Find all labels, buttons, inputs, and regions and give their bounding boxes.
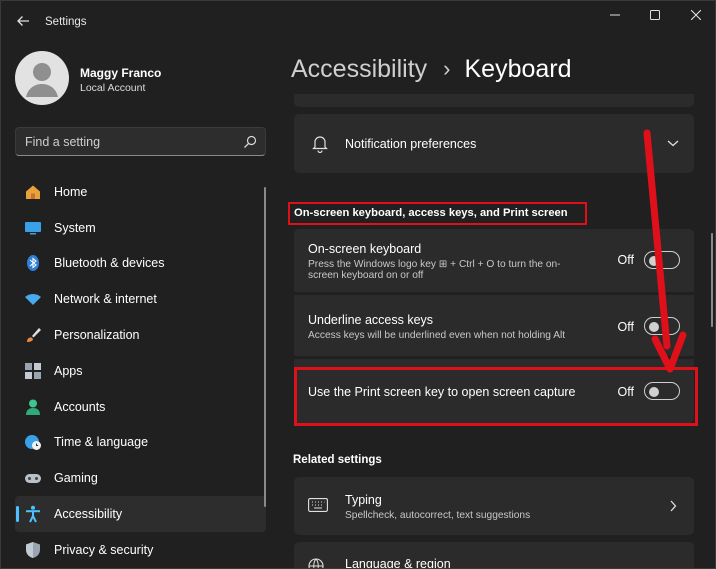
search-icon[interactable] [243,135,257,149]
sidebar-item-network[interactable]: Network & internet [15,281,266,317]
chevron-right-icon [670,500,677,512]
back-arrow-icon [17,16,29,26]
sidebar-item-home[interactable]: Home [15,174,266,210]
sidebar-item-label: Privacy & security [54,542,154,557]
maximize-button[interactable] [637,4,673,26]
sidebar-item-bluetooth[interactable]: Bluetooth & devices [15,246,266,282]
underline-access-keys-toggle[interactable] [644,317,680,335]
row-title: Underline access keys [308,313,434,327]
brush-icon [24,326,42,344]
breadcrumb: Accessibility › Keyboard [291,51,572,87]
search-input[interactable] [16,128,236,155]
sidebar-item-label: Gaming [54,471,98,486]
accounts-icon [24,398,42,416]
keyboard-icon [308,498,328,512]
sidebar-nav: Home System Bluetooth & devices Network … [15,174,266,568]
close-button[interactable] [678,4,714,26]
avatar [15,51,69,105]
sidebar-item-apps[interactable]: Apps [15,353,266,389]
sidebar-item-label: Time & language [54,435,149,450]
section-heading-related: Related settings [293,454,382,466]
language-region-title: Language & region [345,557,451,569]
annotation-highlight-box [294,367,698,426]
page-title: Keyboard [464,54,572,83]
account-type: Local Account [80,82,146,94]
title-bar: Settings [1,1,715,41]
sidebar-item-label: Accounts [54,399,106,414]
bell-icon [312,136,328,153]
sidebar-item-personalization[interactable]: Personalization [15,317,266,353]
toggle-knob [649,321,659,332]
content-scrollbar[interactable] [711,233,713,327]
minimize-icon [610,14,620,16]
globe-icon [308,558,324,568]
typing-title: Typing [345,493,382,507]
system-icon [24,219,42,237]
row-description: Access keys will be underlined even when… [308,330,566,341]
apps-icon [24,362,42,380]
bluetooth-icon [24,254,42,272]
sidebar-item-accessibility[interactable]: Accessibility [15,496,266,532]
user-profile[interactable]: Maggy Franco Local Account [15,49,265,107]
toggle-state-label: Off [617,320,634,334]
user-name: Maggy Franco [80,66,162,80]
home-icon [24,183,42,201]
notification-preferences-label: Notification preferences [345,137,477,151]
accessibility-icon [24,505,42,523]
notification-preferences-card[interactable]: Notification preferences [294,114,694,173]
onscreen-keyboard-row: On-screen keyboard Press the Windows log… [294,229,694,292]
sidebar-item-label: Bluetooth & devices [54,256,165,271]
wifi-icon [24,290,42,308]
minimize-button[interactable] [597,4,633,26]
sidebar-item-label: System [54,220,96,235]
sidebar-scrollbar[interactable] [264,187,266,507]
sidebar-item-accounts[interactable]: Accounts [15,389,266,425]
maximize-icon [650,10,660,20]
close-icon [691,10,701,20]
back-button[interactable] [9,7,37,35]
selection-indicator [16,506,19,523]
typing-description: Spellcheck, autocorrect, text suggestion… [345,510,531,521]
breadcrumb-separator: › [443,56,451,81]
person-icon [26,63,58,97]
settings-card-partial [294,94,694,107]
settings-window: Settings Maggy Franco Local Account Find… [0,0,716,569]
sidebar-item-label: Network & internet [54,292,157,307]
language-region-card[interactable]: Language & region [294,542,694,569]
sidebar-item-time-language[interactable]: Time & language [15,425,266,461]
sidebar-item-label: Personalization [54,328,140,343]
sidebar-item-gaming[interactable]: Gaming [15,460,266,496]
sidebar-item-label: Accessibility [54,507,123,522]
section-heading-onscreen: On-screen keyboard, access keys, and Pri… [288,202,587,225]
onscreen-keyboard-toggle[interactable] [644,251,680,269]
toggle-knob [649,255,659,266]
chevron-down-icon[interactable] [667,138,679,148]
toggle-state-label: Off [617,253,634,267]
breadcrumb-parent[interactable]: Accessibility [291,55,427,84]
underline-access-keys-row: Underline access keys Access keys will b… [294,295,694,356]
row-description-line2: screen keyboard on or off [308,270,424,281]
sidebar-item-label: Home [54,184,88,199]
sidebar-item-system[interactable]: System [15,210,266,246]
typing-card[interactable]: Typing Spellcheck, autocorrect, text sug… [294,477,694,535]
app-title: Settings [45,16,87,28]
sidebar-item-label: Apps [54,363,83,378]
row-description-line1: Press the Windows logo key ⊞ + Ctrl + O … [308,259,561,270]
sidebar-item-privacy-security[interactable]: Privacy & security [15,532,266,568]
search-box [15,127,266,156]
shield-icon [24,541,42,559]
row-title: On-screen keyboard [308,242,422,256]
gamepad-icon [24,469,42,487]
clock-globe-icon [24,433,42,451]
